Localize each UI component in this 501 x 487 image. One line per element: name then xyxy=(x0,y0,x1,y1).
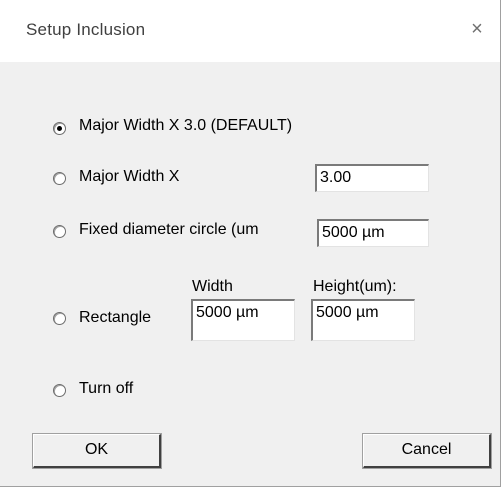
rectangle-width-label: Width xyxy=(192,278,233,295)
radio-major-width-default[interactable] xyxy=(53,122,66,135)
setup-inclusion-dialog: Setup Inclusion × Major Width X 3.0 (DEF… xyxy=(0,0,501,487)
option-rectangle-label[interactable]: Rectangle xyxy=(79,309,151,327)
radio-major-width-x[interactable] xyxy=(53,172,66,185)
option-turn-off-label[interactable]: Turn off xyxy=(79,380,133,398)
radio-turn-off[interactable] xyxy=(53,384,66,397)
title-bar: Setup Inclusion × xyxy=(0,0,500,62)
radio-rectangle[interactable] xyxy=(53,312,66,325)
rectangle-width-input[interactable]: 5000 µm xyxy=(191,299,295,341)
ok-button[interactable]: OK xyxy=(32,433,162,469)
rectangle-height-label: Height(um): xyxy=(313,278,397,295)
option-major-width-x-label[interactable]: Major Width X xyxy=(79,168,179,186)
circle-diameter-input[interactable]: 5000 µm xyxy=(317,219,429,247)
dialog-title: Setup Inclusion xyxy=(26,20,146,39)
option-fixed-diameter-label[interactable]: Fixed diameter circle (um xyxy=(79,221,259,239)
option-major-width-default-label[interactable]: Major Width X 3.0 (DEFAULT) xyxy=(79,117,292,135)
major-width-input[interactable]: 3.00 xyxy=(315,164,429,192)
rectangle-height-input[interactable]: 5000 µm xyxy=(311,299,415,341)
close-icon[interactable]: × xyxy=(466,18,488,40)
radio-selected-dot xyxy=(57,126,62,131)
radio-fixed-diameter-circle[interactable] xyxy=(53,225,66,238)
cancel-button[interactable]: Cancel xyxy=(362,433,492,469)
